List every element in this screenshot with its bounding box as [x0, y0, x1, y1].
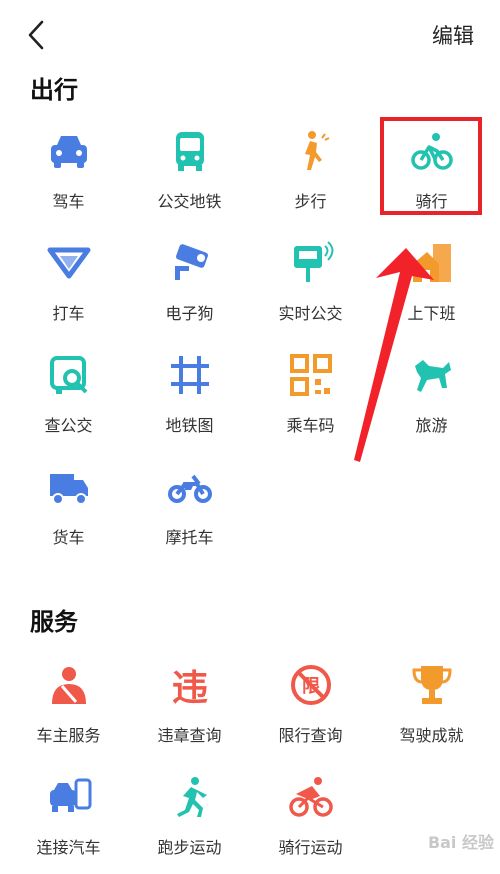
grid-item-restriction[interactable]: 限限行查询	[250, 662, 371, 762]
cycling-sport-icon	[288, 774, 334, 820]
grid-item-car[interactable]: 驾车	[8, 128, 129, 228]
grid-item-trophy[interactable]: 驾驶成就	[371, 662, 492, 762]
grid-item-label: 驾驶成就	[399, 726, 464, 745]
svg-text:限: 限	[302, 676, 321, 697]
section-title-travel: 出行	[30, 76, 78, 104]
connect-car-icon	[46, 774, 92, 820]
back-button[interactable]	[22, 18, 52, 52]
grid-item-driver[interactable]: 车主服务	[8, 662, 129, 762]
top-bar: 编辑	[0, 0, 500, 70]
grid-item-running[interactable]: 跑步运动	[129, 774, 250, 874]
watermark: Bai 经验	[427, 833, 494, 852]
camera-icon	[167, 240, 213, 286]
grid-item-label: 跑步运动	[157, 838, 222, 857]
bus-stop-icon	[288, 240, 334, 286]
restriction-icon: 限	[288, 662, 334, 708]
chevron-left-icon	[28, 20, 44, 50]
violation-icon: 违	[167, 662, 213, 708]
grid-item-label: 查公交	[44, 416, 93, 435]
grid-item-label: 地铁图	[165, 416, 214, 435]
grid-item-label: 连接汽车	[36, 838, 101, 857]
trophy-icon	[409, 662, 455, 708]
edit-button[interactable]: 编辑	[432, 20, 474, 50]
service-grid: 车主服务违违章查询限限行查询 驾驶成就 连接汽车 跑步运动 骑行运动	[8, 662, 492, 862]
driver-icon	[46, 662, 92, 708]
grid-item-label: 步行	[294, 192, 327, 211]
grid-item-connect-car[interactable]: 连接汽车	[8, 774, 129, 874]
grid-item-cycling-sport[interactable]: 骑行运动	[250, 774, 371, 874]
grid-item-violation[interactable]: 违违章查询	[129, 662, 250, 762]
bus-icon	[167, 128, 213, 174]
running-icon	[167, 774, 213, 820]
truck-icon	[46, 464, 92, 510]
grid-item-walking[interactable]: 步行	[250, 128, 371, 228]
grid-item-truck[interactable]: 货车	[8, 464, 129, 564]
motorcycle-icon	[167, 464, 213, 510]
subway-map-icon	[167, 352, 213, 398]
grid-item-motorcycle[interactable]: 摩托车	[129, 464, 250, 564]
highlight-box	[380, 117, 482, 215]
grid-item-label: 骑行运动	[278, 838, 343, 857]
grid-item-camera[interactable]: 电子狗	[129, 240, 250, 340]
qr-code-icon	[288, 352, 334, 398]
bus-search-icon	[46, 352, 92, 398]
grid-item-label: 限行查询	[278, 726, 343, 745]
grid-item-bus-search[interactable]: 查公交	[8, 352, 129, 452]
section-title-service: 服务	[30, 608, 78, 636]
grid-item-taxi[interactable]: 打车	[8, 240, 129, 340]
grid-item-label: 货车	[52, 528, 85, 547]
car-icon	[46, 128, 92, 174]
red-arrow-annotation	[354, 248, 434, 462]
walking-icon	[288, 128, 334, 174]
grid-item-label: 违章查询	[157, 726, 222, 745]
grid-item-label: 打车	[52, 304, 85, 323]
grid-item-label: 驾车	[52, 192, 85, 211]
grid-item-label: 公交地铁	[157, 192, 222, 211]
grid-item-label: 车主服务	[36, 726, 101, 745]
grid-item-subway-map[interactable]: 地铁图	[129, 352, 250, 452]
svg-text:违: 违	[172, 668, 208, 708]
grid-item-bus[interactable]: 公交地铁	[129, 128, 250, 228]
taxi-icon	[46, 240, 92, 286]
grid-item-label: 摩托车	[165, 528, 214, 547]
grid-item-label: 电子狗	[165, 304, 214, 323]
